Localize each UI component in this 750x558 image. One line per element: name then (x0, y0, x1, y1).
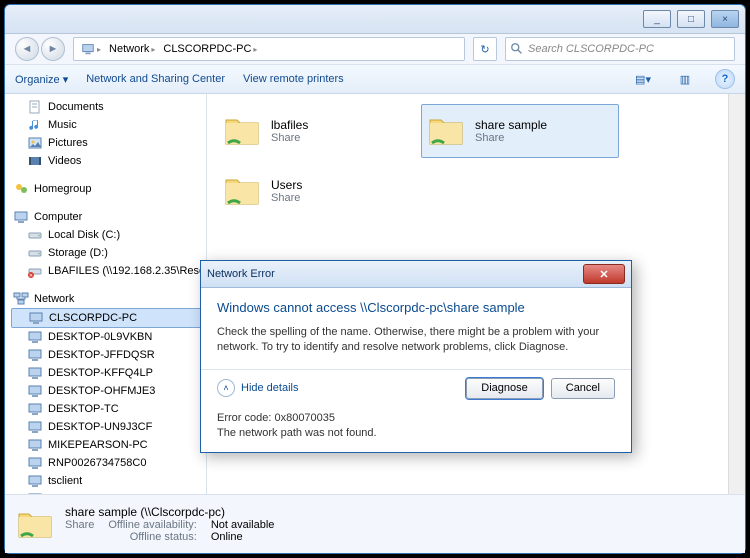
minimize-button[interactable]: _ (643, 10, 671, 28)
error-code: Error code: 0x80070035 (217, 411, 615, 426)
search-input[interactable]: Search CLSCORPDC-PC (505, 37, 735, 61)
tree-network-node[interactable]: tsclient (11, 472, 206, 490)
computer-node-icon (27, 347, 43, 363)
libraries-group: Documents Music Pictures Videos (11, 98, 206, 170)
organize-menu[interactable]: Organize ▾ (15, 73, 68, 86)
tree-computer[interactable]: Computer (11, 208, 206, 226)
network-error-dialog: Network Error ✕ Windows cannot access \\… (200, 260, 632, 453)
computer-node-icon (27, 365, 43, 381)
preview-pane-button[interactable]: ▥ (673, 67, 697, 91)
refresh-button[interactable]: ↻ (473, 37, 497, 61)
details-avail-value: Not available (211, 519, 275, 531)
nav-back-button[interactable]: ◄ (15, 37, 39, 61)
tree-network-node[interactable]: DESKTOP-0L9VKBN (11, 328, 206, 346)
dialog-message: Check the spelling of the name. Otherwis… (217, 325, 615, 355)
dialog-title: Network Error (207, 268, 583, 280)
maximize-button[interactable]: □ (677, 10, 705, 28)
share-item[interactable]: lbafilesShare (217, 104, 415, 158)
computer-node-icon (28, 310, 44, 326)
computer-node-icon (27, 473, 43, 489)
details-pane: share sample (\\Clscorpdc-pc) Share Offl… (5, 494, 745, 553)
computer-node-icon (27, 437, 43, 453)
details-status-value: Online (211, 531, 275, 543)
tree-network[interactable]: Network (11, 290, 206, 308)
tree-music[interactable]: Music (11, 116, 206, 134)
computer-node-icon (27, 383, 43, 399)
tree-network-node[interactable]: DESKTOP-TC (11, 400, 206, 418)
share-folder-icon (221, 110, 263, 152)
computer-node-icon (27, 419, 43, 435)
nav-forward-button[interactable]: ► (41, 37, 65, 61)
breadcrumb-host[interactable]: CLSCORPDC-PC (163, 43, 251, 55)
navigation-tree[interactable]: Documents Music Pictures Videos Homegrou… (5, 94, 207, 494)
dialog-close-button[interactable]: ✕ (583, 264, 625, 284)
cancel-button[interactable]: Cancel (551, 378, 615, 399)
share-item[interactable]: share sampleShare (421, 104, 619, 158)
tree-network-node[interactable]: CLSCORPDC-PC (11, 308, 206, 328)
svg-text:✕: ✕ (29, 273, 33, 279)
hide-details-toggle[interactable]: ˄ Hide details (217, 379, 298, 397)
tree-drive-lbafiles[interactable]: ✕LBAFILES (\\192.168.2.35\Resou (11, 262, 206, 280)
tree-drive-d[interactable]: Storage (D:) (11, 244, 206, 262)
close-button[interactable]: × (711, 10, 739, 28)
view-options-button[interactable]: ▤ ▾ (631, 67, 655, 91)
tree-videos[interactable]: Videos (11, 152, 206, 170)
details-avail-label: Offline availability: (108, 519, 196, 531)
chevron-up-icon: ˄ (217, 379, 235, 397)
network-icon (13, 291, 29, 307)
tree-documents[interactable]: Documents (11, 98, 206, 116)
tree-network-node[interactable]: DESKTOP-JFFDQSR (11, 346, 206, 364)
tree-network-node[interactable]: DESKTOP-KFFQ4LP (11, 364, 206, 382)
tree-drive-c[interactable]: Local Disk (C:) (11, 226, 206, 244)
computer-icon (13, 209, 29, 225)
share-item[interactable]: UsersShare (217, 164, 415, 218)
search-icon (510, 42, 524, 56)
explorer-window: _ □ × ◄ ► ▸ Network▸ CLSCORPDC-PC▸ ↻ Sea… (4, 4, 746, 554)
view-remote-printers-button[interactable]: View remote printers (243, 73, 344, 85)
dialog-titlebar[interactable]: Network Error ✕ (201, 261, 631, 288)
address-bar-row: ◄ ► ▸ Network▸ CLSCORPDC-PC▸ ↻ Search CL… (5, 34, 745, 65)
computer-node-icon (27, 455, 43, 471)
share-folder-icon (425, 110, 467, 152)
details-status-label: Offline status: (108, 531, 196, 543)
computer-node-icon (27, 401, 43, 417)
share-folder-icon (15, 504, 55, 544)
diagnose-button[interactable]: Diagnose (466, 378, 542, 399)
dialog-headline: Windows cannot access \\Clscorpdc-pc\sha… (217, 300, 615, 315)
tree-pictures[interactable]: Pictures (11, 134, 206, 152)
details-name: share sample (\\Clscorpdc-pc) (65, 505, 225, 519)
tree-network-node[interactable]: DESKTOP-UN9J3CF (11, 418, 206, 436)
tree-network-node[interactable]: RNP0026734758C0 (11, 454, 206, 472)
toolbar: Organize ▾ Network and Sharing Center Vi… (5, 65, 745, 94)
breadcrumb[interactable]: ▸ Network▸ CLSCORPDC-PC▸ (73, 37, 465, 61)
computer-icon (81, 42, 95, 56)
network-drive-error-icon: ✕ (27, 263, 43, 279)
drive-icon (27, 227, 43, 243)
scrollbar[interactable] (728, 94, 745, 494)
tree-homegroup[interactable]: Homegroup (11, 180, 206, 198)
homegroup-icon (13, 181, 29, 197)
tree-network-node[interactable]: MIKEPEARSON-PC (11, 436, 206, 454)
computer-node-icon (27, 329, 43, 345)
search-placeholder: Search CLSCORPDC-PC (528, 43, 654, 55)
share-folder-icon (221, 170, 263, 212)
help-button[interactable]: ? (715, 69, 735, 89)
breadcrumb-network[interactable]: Network (109, 43, 149, 55)
drive-icon (27, 245, 43, 261)
error-description: The network path was not found. (217, 426, 615, 441)
tree-network-node[interactable]: DESKTOP-OHFMJE3 (11, 382, 206, 400)
titlebar: _ □ × (5, 5, 745, 34)
details-type: Share (65, 519, 94, 531)
network-sharing-center-button[interactable]: Network and Sharing Center (86, 73, 225, 85)
